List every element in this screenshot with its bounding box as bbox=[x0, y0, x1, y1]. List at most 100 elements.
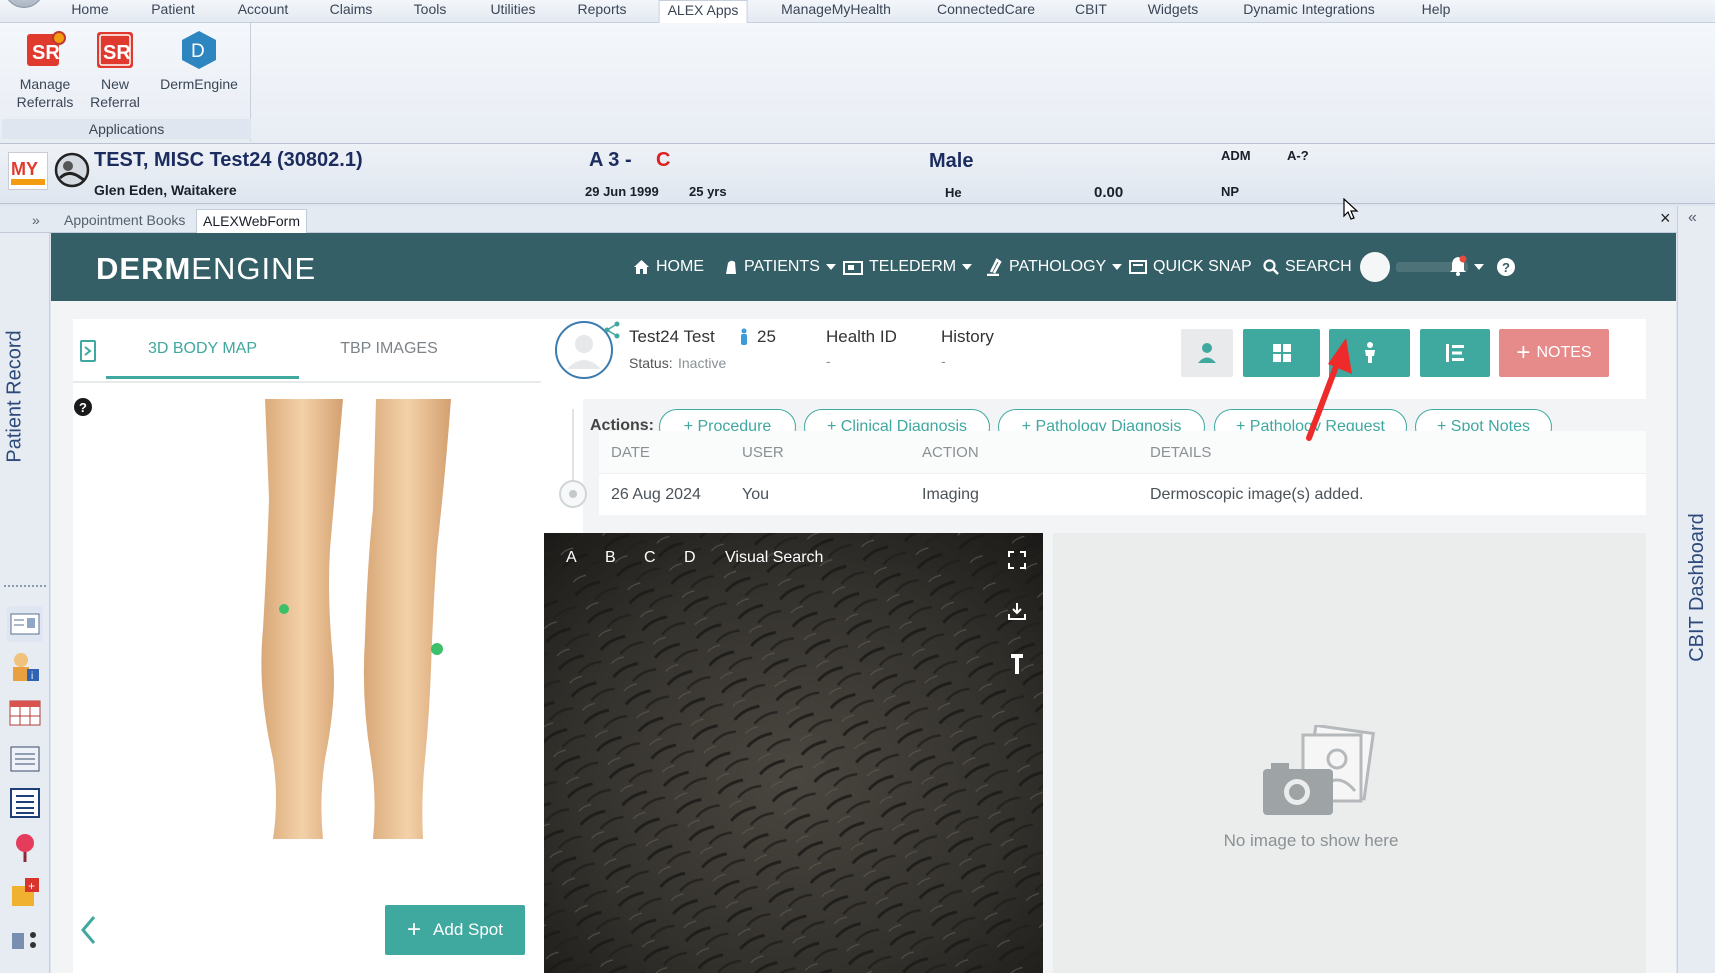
body-map-legs[interactable] bbox=[233, 399, 463, 839]
patient-code-c: C bbox=[656, 149, 671, 171]
person-icon bbox=[738, 328, 750, 346]
patient-photo-icon[interactable] bbox=[54, 152, 90, 188]
nav-home[interactable]: HOME bbox=[633, 256, 704, 278]
nav-pathology[interactable]: PATHOLOGY bbox=[983, 256, 1123, 278]
svg-text:i: i bbox=[31, 671, 33, 682]
nav-home-label: HOME bbox=[656, 258, 704, 275]
dermengine-topnav: DERMENGINE HOME PATIENTS TELEDERM PATHOL… bbox=[51, 233, 1676, 301]
view-d-button[interactable]: D bbox=[684, 549, 696, 567]
health-id-label: Health ID bbox=[826, 327, 897, 346]
menu-help[interactable]: Help bbox=[1414, 0, 1459, 22]
patient-name: Test24 Test bbox=[629, 327, 715, 346]
menu-home[interactable]: Home bbox=[63, 0, 116, 22]
task-list-icon[interactable] bbox=[7, 785, 43, 821]
patient-name: TEST, MISC Test24 (30802.1) bbox=[94, 149, 363, 171]
view-a-button[interactable]: A bbox=[566, 549, 577, 567]
toggle-panel-icon[interactable] bbox=[80, 340, 96, 362]
tab-tbp-images[interactable]: TBP IMAGES bbox=[299, 319, 479, 379]
patient-adm: ADM bbox=[1221, 148, 1251, 163]
share-icon[interactable] bbox=[603, 321, 621, 339]
nav-telederm-label: TELEDERM bbox=[869, 258, 957, 275]
measure-icon[interactable] bbox=[1009, 653, 1025, 675]
col-details: DETAILS bbox=[1150, 444, 1212, 461]
notes-label: NOTES bbox=[1536, 344, 1592, 361]
menu-managemyhealth[interactable]: ManageMyHealth bbox=[773, 0, 899, 22]
manage-referrals-label-1: Manage bbox=[19, 76, 71, 92]
fullscreen-icon[interactable] bbox=[1008, 551, 1026, 569]
timeline-view-button[interactable] bbox=[1420, 329, 1490, 377]
sr-new-referral-icon: SR bbox=[94, 29, 136, 71]
ribbon-group-label: Applications bbox=[2, 119, 251, 139]
patient-card: Test24 Test 25 Status: Inactive Health I… bbox=[541, 319, 1646, 399]
brand-light: ENGINE bbox=[191, 251, 317, 286]
download-icon[interactable] bbox=[1007, 601, 1027, 621]
nav-patients[interactable]: PATIENTS bbox=[724, 256, 836, 278]
body-map-tabs: 3D BODY MAP TBP IMAGES bbox=[73, 319, 583, 381]
expand-left-button[interactable]: » bbox=[26, 209, 46, 233]
svg-text:MY: MY bbox=[11, 159, 38, 179]
schedule-grid-icon[interactable] bbox=[7, 695, 43, 731]
notes-button[interactable]: + NOTES bbox=[1499, 329, 1609, 377]
view-c-button[interactable]: C bbox=[644, 549, 656, 567]
tab-alexwebform[interactable]: ALEXWebForm bbox=[196, 209, 307, 233]
new-referral-button[interactable]: SR New Referral bbox=[75, 29, 155, 111]
svg-text:D: D bbox=[191, 41, 205, 62]
tab-3d-body-map[interactable]: 3D BODY MAP bbox=[106, 319, 299, 379]
dermoscopic-image-viewer[interactable]: A B C D Visual Search bbox=[544, 533, 1043, 973]
app-orb-button[interactable] bbox=[4, 0, 44, 8]
user-icon bbox=[1198, 343, 1216, 363]
menu-claims[interactable]: Claims bbox=[322, 0, 381, 22]
bell-icon[interactable] bbox=[1448, 255, 1468, 277]
patient-profile-button[interactable] bbox=[1181, 329, 1233, 377]
help-circle-icon[interactable]: ? bbox=[73, 397, 93, 417]
dermengine-logo[interactable]: DERMENGINE bbox=[96, 251, 316, 287]
table-row[interactable]: 26 Aug 2024 You Imaging Dermoscopic imag… bbox=[599, 473, 1646, 515]
help-icon[interactable]: ? bbox=[1496, 257, 1516, 277]
nav-quick-snap[interactable]: QUICK SNAP bbox=[1129, 256, 1252, 278]
cbit-dashboard-label[interactable]: CBIT Dashboard bbox=[1686, 513, 1709, 662]
menu-utilities[interactable]: Utilities bbox=[482, 0, 543, 22]
tools-icon[interactable] bbox=[7, 919, 43, 955]
patient-age: 25 bbox=[757, 327, 776, 346]
add-spot-button[interactable]: + Add Spot bbox=[385, 905, 525, 955]
menu-dynamic-integrations[interactable]: Dynamic Integrations bbox=[1235, 0, 1383, 22]
health-id-value: - bbox=[826, 353, 831, 369]
patient-code: A 3 - bbox=[589, 149, 632, 171]
nav-search-label: SEARCH bbox=[1285, 258, 1352, 275]
chevron-left-icon[interactable] bbox=[79, 913, 99, 947]
history-value: - bbox=[941, 353, 946, 369]
patient-info-icon[interactable]: i bbox=[7, 649, 43, 685]
menu-widgets[interactable]: Widgets bbox=[1140, 0, 1207, 22]
stethoscope-icon[interactable] bbox=[7, 830, 43, 866]
dermengine-app: DERMENGINE HOME PATIENTS TELEDERM PATHOL… bbox=[51, 233, 1676, 973]
medical-kit-icon[interactable]: + bbox=[7, 874, 43, 910]
new-referral-label-2: Referral bbox=[90, 94, 140, 110]
nav-telederm[interactable]: TELEDERM bbox=[843, 256, 973, 278]
chevron-down-icon bbox=[1112, 264, 1123, 270]
close-tab-button[interactable]: × bbox=[1654, 207, 1677, 231]
menu-reports[interactable]: Reports bbox=[569, 0, 634, 22]
nav-search[interactable]: SEARCH bbox=[1263, 256, 1352, 278]
notes-list-icon[interactable] bbox=[7, 741, 43, 777]
svg-text:SR: SR bbox=[32, 42, 60, 64]
view-b-button[interactable]: B bbox=[605, 549, 616, 567]
home-icon bbox=[634, 260, 649, 274]
patient-form-icon[interactable] bbox=[7, 606, 43, 642]
menu-patient[interactable]: Patient bbox=[143, 0, 203, 22]
manage-referrals-button[interactable]: SR Manage Referrals bbox=[5, 29, 85, 111]
menu-cbit[interactable]: CBIT bbox=[1067, 0, 1115, 22]
patient-record-label[interactable]: Patient Record bbox=[4, 330, 27, 462]
menu-alex-apps[interactable]: ALEX Apps bbox=[658, 0, 748, 24]
menu-account[interactable]: Account bbox=[230, 0, 297, 22]
dermengine-button[interactable]: D DermEngine bbox=[159, 29, 239, 93]
visual-search-button[interactable]: Visual Search bbox=[725, 549, 823, 567]
cell-action: Imaging bbox=[922, 486, 979, 503]
spot-marker bbox=[431, 643, 443, 655]
collapse-right-button[interactable]: « bbox=[1688, 209, 1697, 227]
col-user: USER bbox=[742, 444, 784, 461]
patient-gender: Male bbox=[929, 150, 974, 172]
tab-appointment-books[interactable]: Appointment Books bbox=[58, 209, 191, 233]
menu-tools[interactable]: Tools bbox=[406, 0, 455, 22]
menu-connectedcare[interactable]: ConnectedCare bbox=[929, 0, 1043, 22]
chevron-down-icon bbox=[962, 264, 973, 270]
